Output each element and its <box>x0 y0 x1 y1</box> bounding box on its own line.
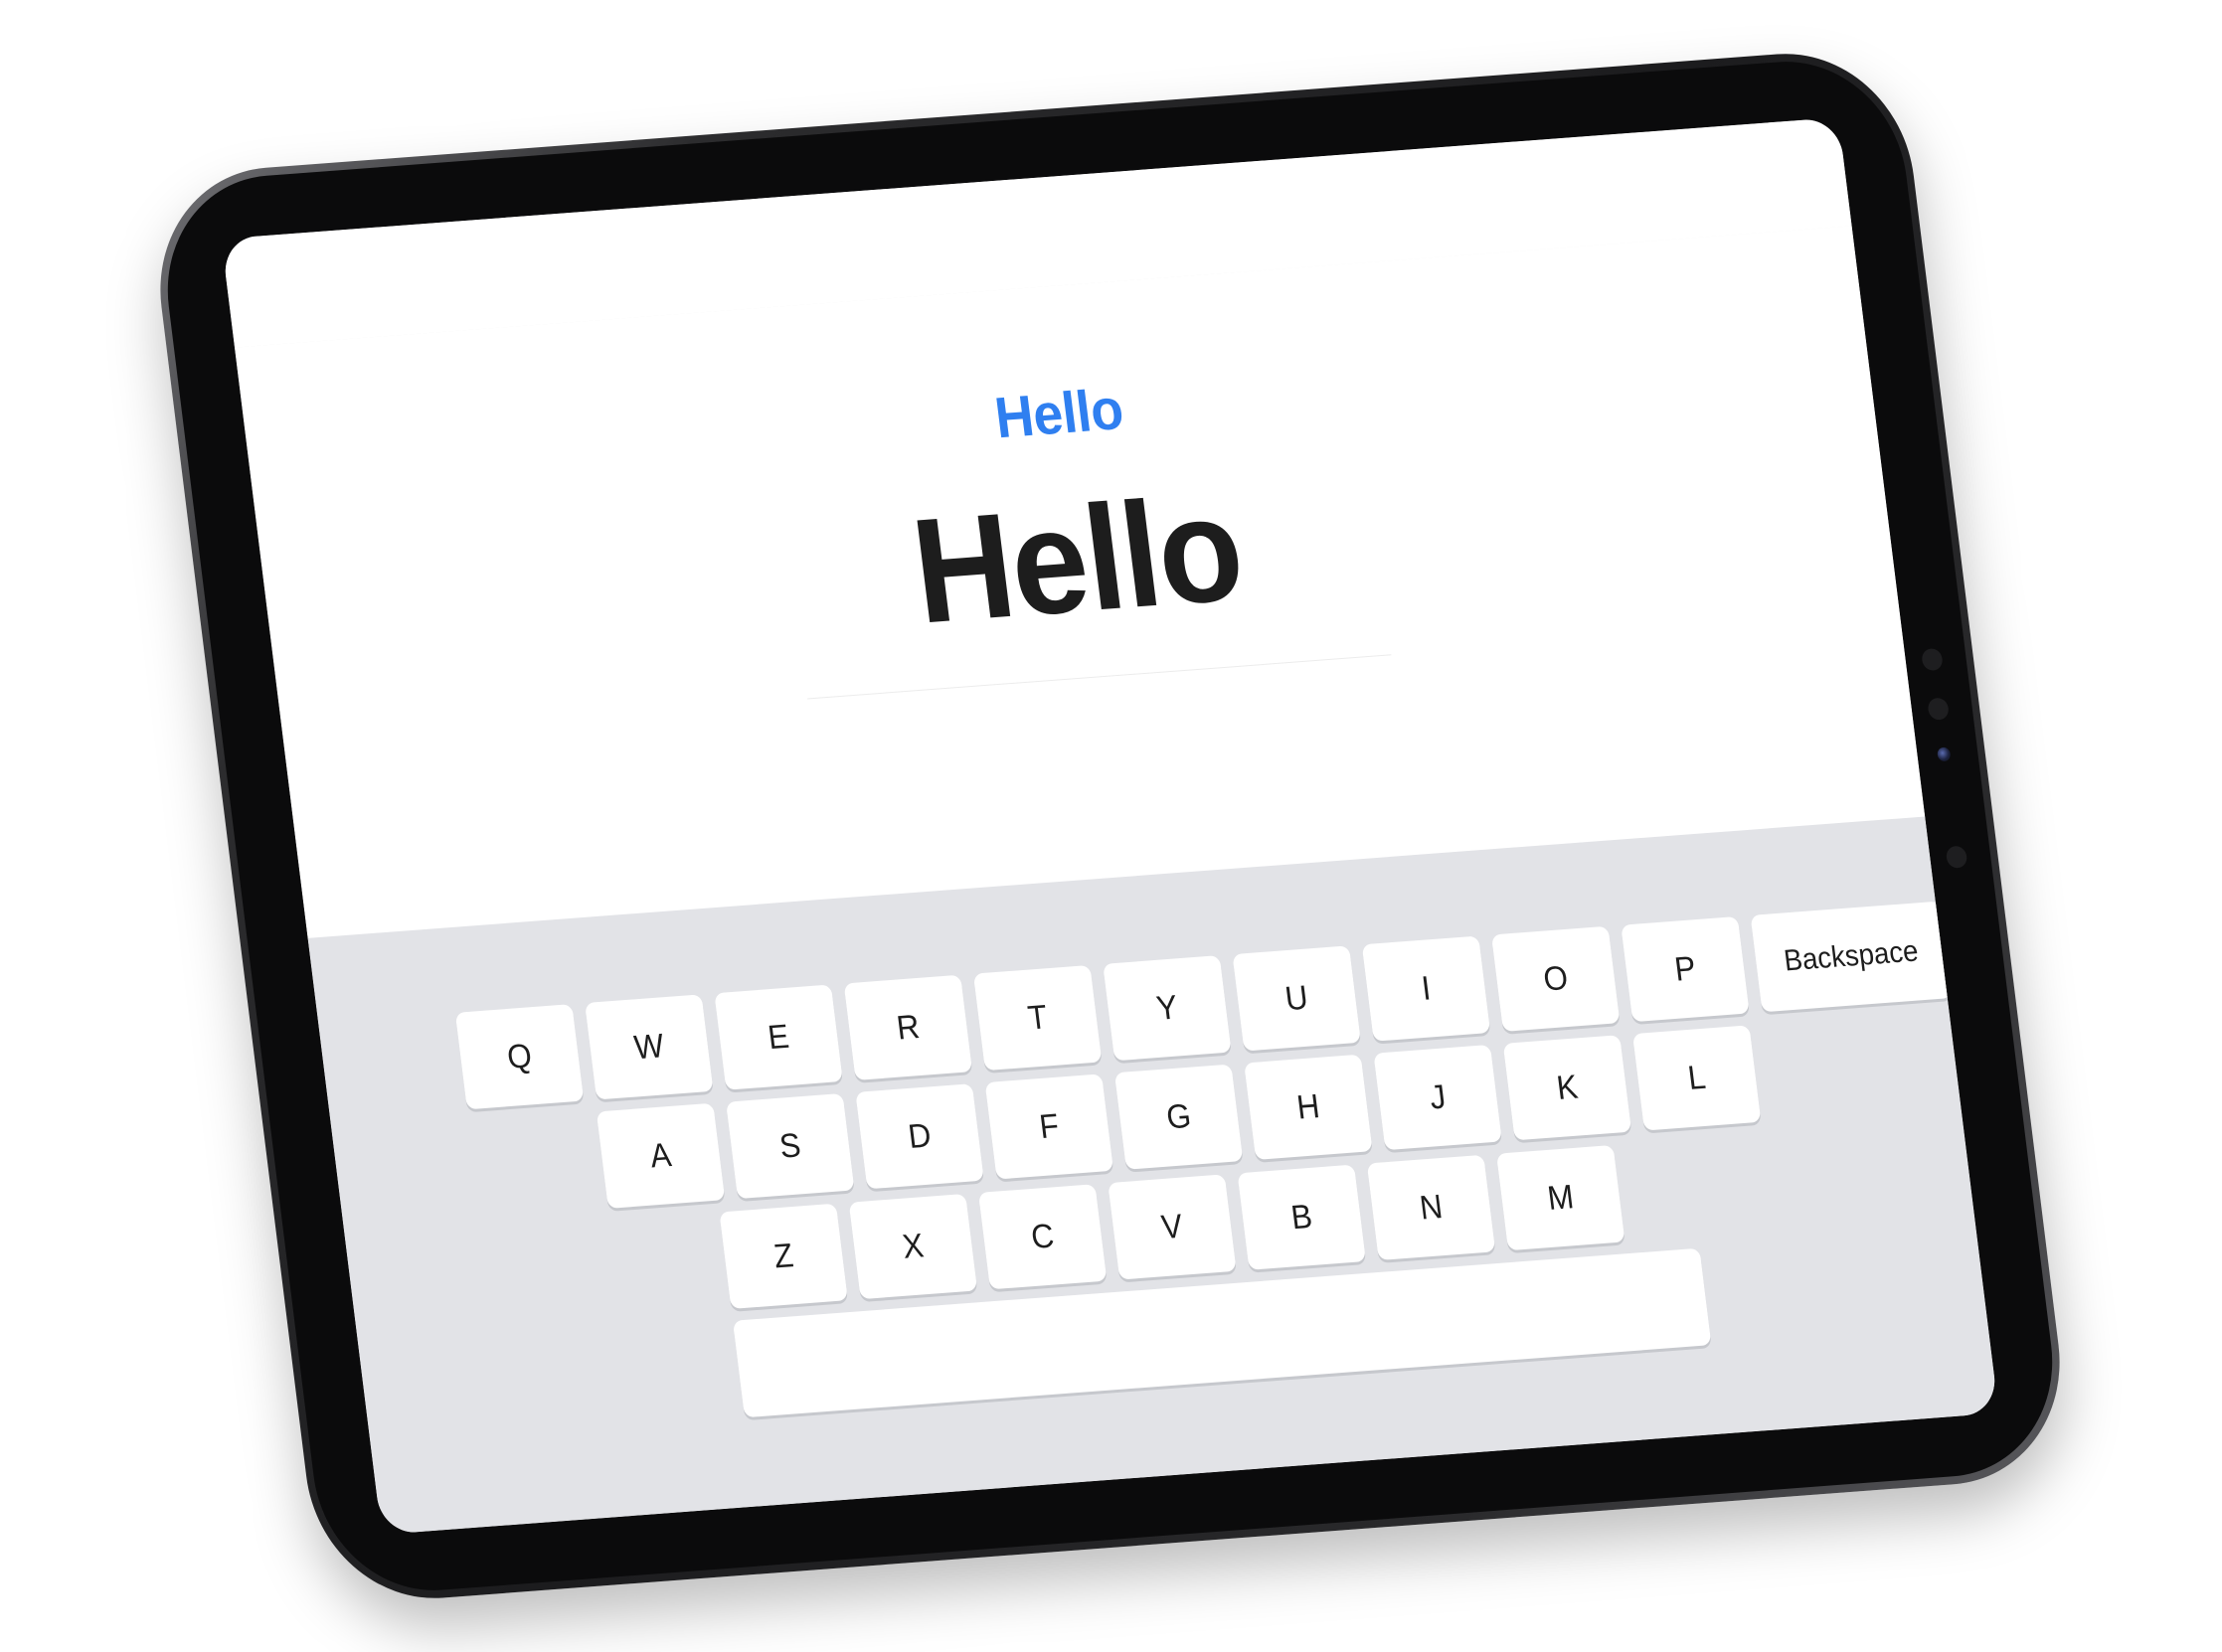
stage: Hello Hello Q W E R T Y U I O P Backspac… <box>0 0 2222 1652</box>
key-z[interactable]: Z <box>719 1203 848 1309</box>
key-y[interactable]: Y <box>1103 955 1232 1062</box>
device-bezel: Hello Hello Q W E R T Y U I O P Backspac… <box>153 53 2067 1599</box>
key-j[interactable]: J <box>1373 1044 1502 1151</box>
key-a[interactable]: A <box>596 1102 726 1209</box>
key-v[interactable]: V <box>1108 1174 1237 1280</box>
sensor-dot <box>1921 647 1944 672</box>
key-r[interactable]: R <box>843 974 973 1080</box>
key-l[interactable]: L <box>1631 1025 1762 1131</box>
screen: Hello Hello Q W E R T Y U I O P Backspac… <box>221 117 1999 1535</box>
key-d[interactable]: D <box>855 1083 984 1190</box>
key-t[interactable]: T <box>972 964 1103 1072</box>
key-k[interactable]: K <box>1502 1035 1632 1141</box>
camera-lens-icon <box>1936 746 1952 762</box>
prompt-area: Hello Hello <box>235 226 1926 938</box>
key-p[interactable]: P <box>1621 915 1750 1023</box>
key-m[interactable]: M <box>1496 1144 1625 1251</box>
key-s[interactable]: S <box>726 1092 855 1200</box>
key-u[interactable]: U <box>1232 945 1361 1052</box>
sensor-dot <box>1945 845 1968 869</box>
on-screen-keyboard: Q W E R T Y U I O P Backspace A S D F G … <box>307 816 1999 1535</box>
key-e[interactable]: E <box>714 984 843 1090</box>
key-n[interactable]: N <box>1366 1154 1496 1260</box>
key-q[interactable]: Q <box>454 1004 585 1110</box>
key-c[interactable]: C <box>977 1184 1108 1290</box>
backspace-key[interactable]: Backspace <box>1750 901 1953 1013</box>
key-g[interactable]: G <box>1113 1064 1244 1170</box>
key-f[interactable]: F <box>984 1074 1114 1180</box>
sensor-dot <box>1927 697 1951 721</box>
key-h[interactable]: H <box>1244 1054 1373 1160</box>
typed-text-underline <box>807 654 1392 700</box>
key-w[interactable]: W <box>585 994 714 1100</box>
tablet-device: Hello Hello Q W E R T Y U I O P Backspac… <box>145 45 2075 1607</box>
key-o[interactable]: O <box>1490 925 1621 1032</box>
key-b[interactable]: B <box>1237 1164 1366 1270</box>
key-i[interactable]: I <box>1361 935 1491 1042</box>
key-x[interactable]: X <box>848 1193 978 1300</box>
